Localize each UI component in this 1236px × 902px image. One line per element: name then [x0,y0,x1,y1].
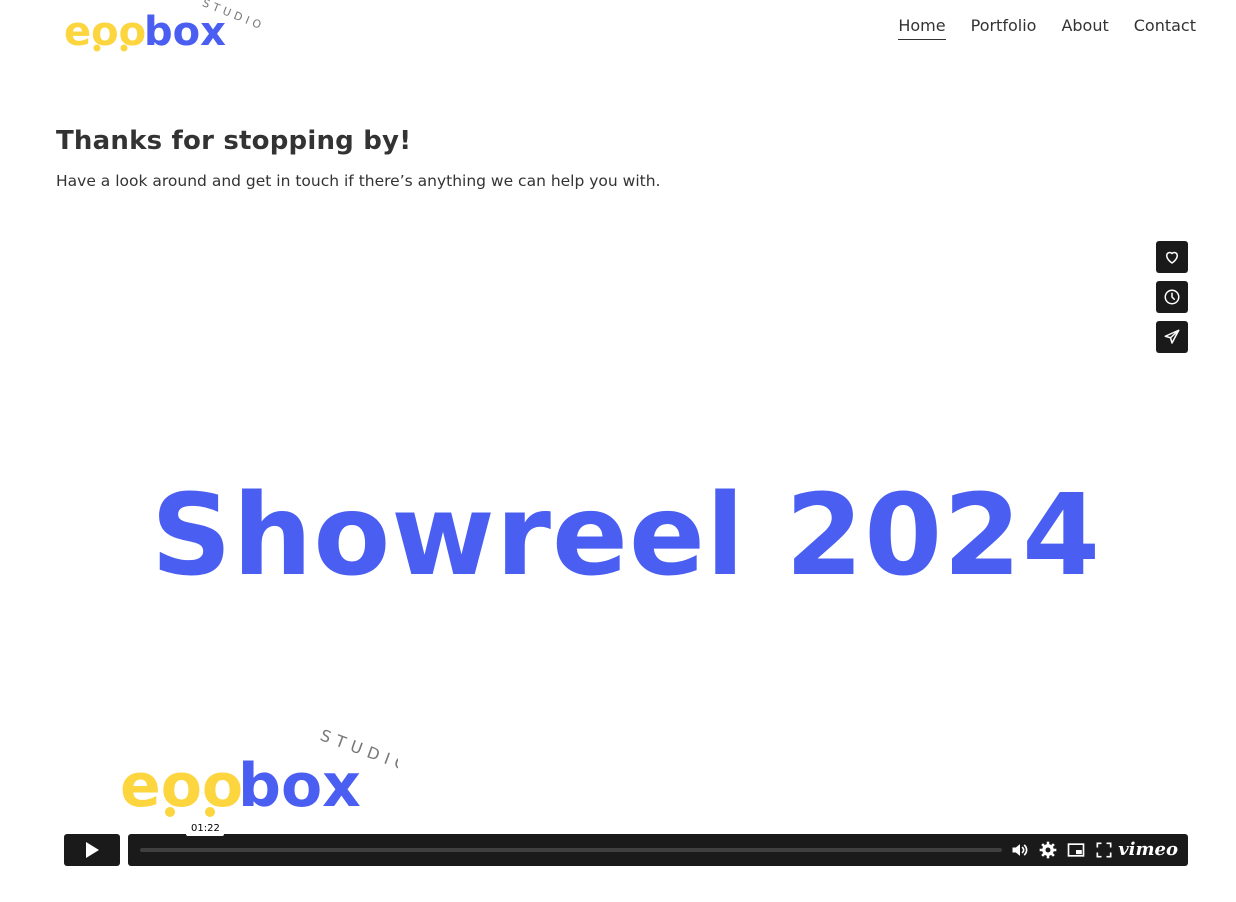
eggbox-logo[interactable]: eoo box STUDIOS [62,0,262,62]
logo-word-box: box [144,9,226,55]
volume-icon[interactable] [1010,840,1030,860]
like-button[interactable] [1156,241,1188,273]
clock-icon [1164,289,1180,305]
nav-portfolio[interactable]: Portfolio [971,14,1037,40]
video-title-text: Showreel 2024 [150,471,1102,601]
watch-later-button[interactable] [1156,281,1188,313]
logo-wordmark: eoo box [64,9,226,55]
intro-text: Have a look around and get in touch if t… [56,172,661,190]
logo-word-eoo: eoo [64,9,146,55]
settings-icon[interactable] [1038,840,1058,860]
timecode-tooltip: 01:22 [186,822,224,836]
play-icon [86,842,99,858]
video-player[interactable]: Showreel 2024 eoo box STUDIOS 01:22 vime… [56,228,1196,873]
pip-icon[interactable] [1066,840,1086,860]
nav-about[interactable]: About [1061,14,1108,40]
progress-track[interactable] [140,848,1002,852]
share-button[interactable] [1156,321,1188,353]
video-logo: eoo box STUDIOS [120,728,398,821]
play-button[interactable] [64,834,120,866]
control-bar: 01:22 vimeo [128,822,1188,866]
fullscreen-icon[interactable] [1094,840,1114,860]
heart-icon [1166,251,1178,264]
nav-home[interactable]: Home [898,14,946,40]
page-title: Thanks for stopping by! [56,126,412,156]
send-icon [1164,329,1180,344]
main-nav: Home Portfolio About Contact [898,14,1196,40]
video-logo-eoo: eoo [120,751,243,821]
video-controls: 01:22 vimeo [64,822,1188,866]
intro-section: Thanks for stopping by! Have a look arou… [56,126,660,190]
vimeo-logo[interactable]: vimeo [1118,839,1178,861]
nav-contact[interactable]: Contact [1134,14,1196,40]
video-logo-box: box [238,751,361,821]
